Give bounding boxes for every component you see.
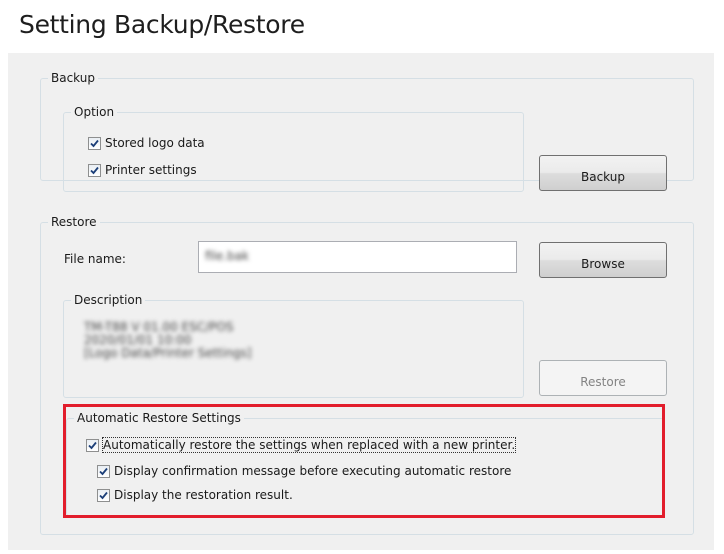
checkmark-icon (90, 139, 99, 147)
option-group: Option (63, 105, 524, 192)
page-title: Setting Backup/Restore (19, 10, 305, 39)
restore-button[interactable]: Restore (539, 360, 667, 396)
printer-settings-label: Printer settings (105, 163, 197, 177)
printer-settings-checkbox[interactable] (88, 163, 101, 177)
browse-button[interactable]: Browse (539, 242, 667, 278)
description-group-label: Description (71, 293, 146, 308)
printer-settings-checkbox-row[interactable]: Printer settings (88, 162, 197, 178)
checkmark-icon (90, 166, 99, 174)
stored-logo-label: Stored logo data (105, 136, 205, 150)
description-text: TM-T88 V 01.00 ESC/POS 2020/01/01 10:00 … (84, 321, 252, 360)
backup-button[interactable]: Backup (539, 155, 667, 191)
file-name-value: file.bak (205, 249, 250, 263)
backup-group-label: Backup (48, 71, 98, 86)
description-line: [Logo Data/Printer Settings] (84, 346, 252, 360)
file-name-field[interactable]: file.bak (198, 241, 517, 273)
stored-logo-checkbox-row[interactable]: Stored logo data (88, 135, 205, 151)
option-group-label: Option (71, 105, 118, 120)
highlight-frame (63, 404, 665, 518)
file-name-label: File name: (64, 252, 126, 266)
settings-page: Setting Backup/Restore Backup Option Sto… (0, 0, 724, 554)
stored-logo-checkbox[interactable] (88, 136, 101, 150)
restore-group-label: Restore (48, 215, 100, 230)
